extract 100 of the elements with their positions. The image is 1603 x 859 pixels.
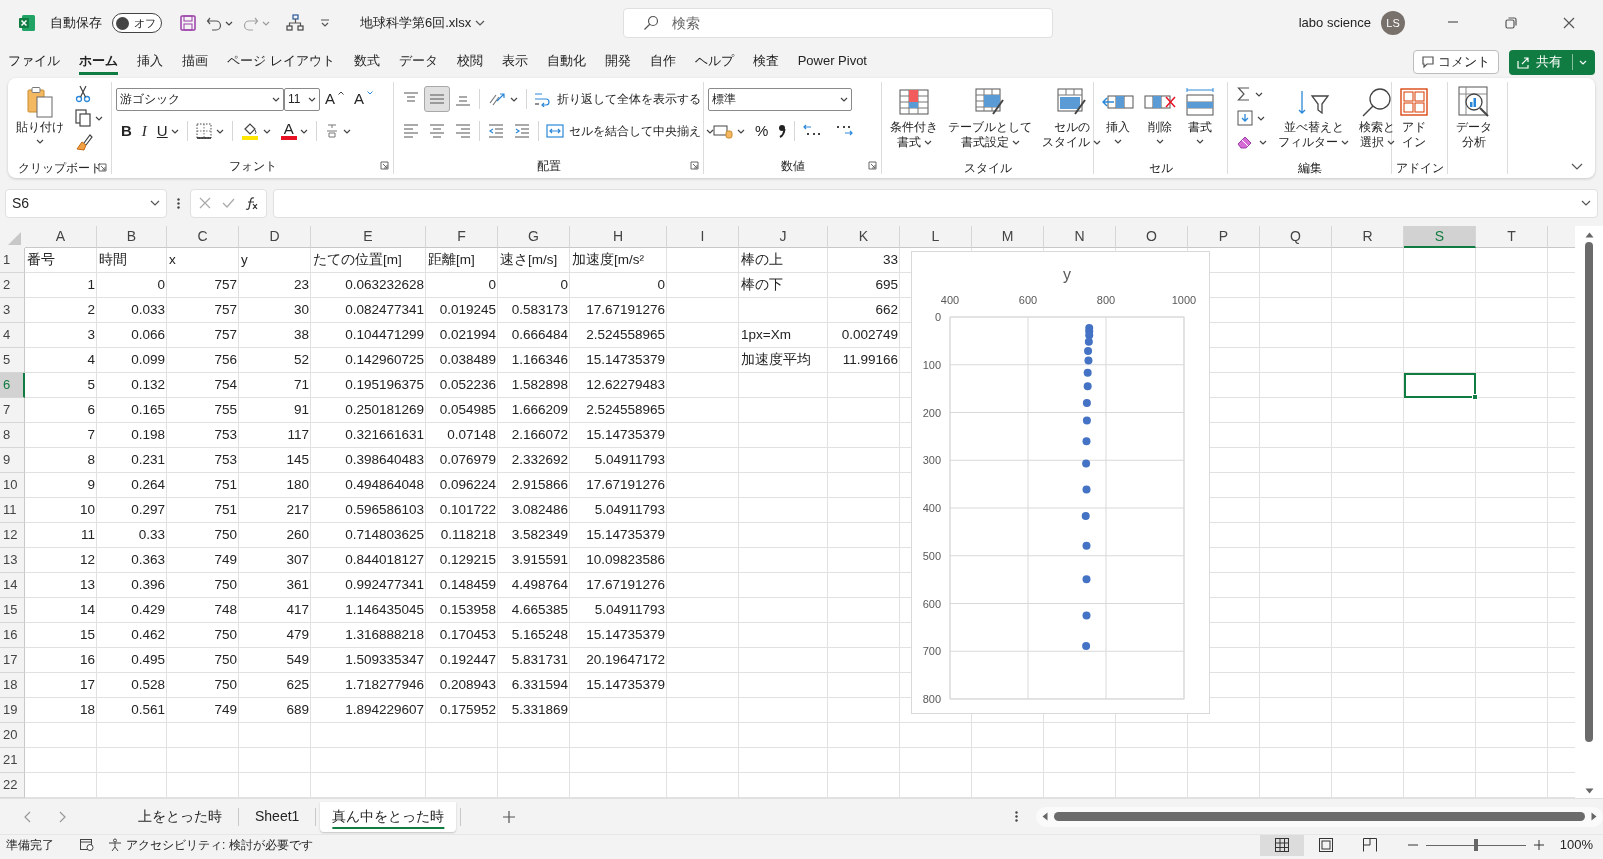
row-header[interactable]: 16	[0, 623, 25, 648]
data-analysis-button[interactable]: データ 分析	[1452, 82, 1496, 160]
menu-tab[interactable]: Power Pivot	[797, 49, 867, 75]
grow-font-button[interactable]: A	[320, 86, 349, 112]
column-header[interactable]: G	[498, 226, 570, 248]
row-header[interactable]: 6	[0, 373, 25, 398]
align-middle-button[interactable]	[424, 86, 450, 112]
row-header[interactable]: 20	[0, 723, 25, 748]
column-header[interactable]: M	[972, 226, 1044, 248]
hierarchy-button[interactable]	[286, 14, 304, 32]
accessibility-button[interactable]: アクセシビリティ: 検討が必要です	[108, 836, 313, 854]
delete-cells-button[interactable]: 削除	[1140, 82, 1180, 160]
sheet-tab[interactable]: 真ん中をとった時	[320, 801, 457, 832]
menu-tab[interactable]: 描画	[182, 49, 208, 75]
column-header[interactable]: F	[426, 226, 498, 248]
sheet-tab[interactable]: Sheet1	[243, 801, 312, 832]
share-button[interactable]: 共有	[1509, 49, 1595, 75]
row-header[interactable]: 14	[0, 573, 25, 598]
row-header[interactable]: 13	[0, 548, 25, 573]
formula-input[interactable]	[273, 188, 1598, 218]
row-header[interactable]: 19	[0, 698, 25, 723]
menu-tab[interactable]: 校閲	[456, 49, 483, 75]
menu-tab[interactable]: 開発	[604, 49, 631, 75]
menu-tab[interactable]: ヘルプ	[694, 49, 734, 75]
column-header[interactable]: N	[1044, 226, 1116, 248]
selected-cell[interactable]	[1404, 373, 1476, 398]
row-header[interactable]: 22	[0, 773, 25, 798]
scatter-chart[interactable]: y 400 600 800 1000 0 100 200 300 400 500 600 700 800	[911, 251, 1210, 714]
row-header[interactable]: 10	[0, 473, 25, 498]
wrap-text-button[interactable]: 折り返して全体を表示する	[530, 86, 705, 112]
enter-button[interactable]	[222, 196, 235, 210]
menu-tab[interactable]: 検査	[752, 49, 779, 75]
menu-tab[interactable]: 表示	[501, 49, 528, 75]
menu-tab[interactable]: 数式	[353, 49, 380, 75]
column-header[interactable]: D	[239, 226, 311, 248]
row-header[interactable]: 9	[0, 448, 25, 473]
column-header[interactable]: J	[739, 226, 828, 248]
row-header[interactable]: 21	[0, 748, 25, 773]
normal-view-button[interactable]	[1259, 834, 1304, 856]
file-name-button[interactable]: 地球科学第6回.xlsx	[360, 13, 486, 33]
column-header[interactable]: H	[570, 226, 667, 248]
menu-tab[interactable]: ホーム	[79, 49, 118, 75]
add-sheet-button[interactable]	[503, 810, 516, 823]
row-header[interactable]: 4	[0, 323, 25, 348]
macro-status-button[interactable]	[80, 839, 94, 851]
dialog-launcher-button[interactable]	[868, 161, 877, 170]
column-header[interactable]: T	[1476, 226, 1548, 248]
column-header[interactable]: C	[167, 226, 239, 248]
cancel-button[interactable]	[199, 196, 212, 210]
row-header[interactable]: 11	[0, 498, 25, 523]
previous-sheet-button[interactable]	[24, 810, 31, 823]
font-name-dropdown[interactable]: 游ゴシック	[116, 87, 284, 111]
column-header[interactable]: L	[900, 226, 972, 248]
row-header[interactable]: 15	[0, 598, 25, 623]
menu-tab[interactable]: 挿入	[137, 49, 163, 75]
row-header[interactable]: 17	[0, 648, 25, 673]
row-header[interactable]: 7	[0, 398, 25, 423]
shrink-font-button[interactable]: A	[349, 86, 379, 112]
column-header[interactable]: K	[828, 226, 900, 248]
vertical-scrollbar-thumb[interactable]	[1585, 242, 1593, 742]
comment-button[interactable]: コメント	[1413, 50, 1499, 74]
format-cells-button[interactable]: 書式	[1182, 82, 1218, 160]
column-header[interactable]: S	[1404, 226, 1476, 248]
menu-tab[interactable]: ファイル	[8, 49, 60, 75]
row-header[interactable]: 3	[0, 298, 25, 323]
zoom-slider[interactable]	[1425, 839, 1526, 851]
user-avatar[interactable]: LS	[1381, 11, 1405, 35]
dialog-launcher-button[interactable]	[690, 161, 699, 170]
dialog-launcher-button[interactable]	[380, 161, 389, 170]
row-header[interactable]: 12	[0, 523, 25, 548]
bold-button[interactable]: B	[116, 118, 137, 144]
menu-tab[interactable]: 自作	[649, 49, 676, 75]
search-field[interactable]: 検索	[623, 8, 1054, 38]
merge-center-button[interactable]: セルを結合して中央揃え	[542, 118, 718, 144]
percent-button[interactable]: %	[750, 118, 774, 144]
number-format-dropdown[interactable]: 標準	[708, 87, 852, 111]
column-header[interactable]: I	[667, 226, 739, 248]
row-header[interactable]: 8	[0, 423, 25, 448]
find-select-button[interactable]: 検索と 選択	[1355, 82, 1399, 160]
menu-tab[interactable]: 自動化	[546, 49, 586, 75]
format-as-table-button[interactable]: テーブルとして 書式設定	[944, 82, 1036, 160]
menu-tab[interactable]: データ	[398, 49, 438, 75]
font-size-dropdown[interactable]: 11	[284, 87, 320, 111]
row-header[interactable]: 5	[0, 348, 25, 373]
column-header[interactable]: O	[1116, 226, 1188, 248]
collapse-ribbon-button[interactable]	[1571, 163, 1583, 170]
column-header[interactable]: B	[97, 226, 167, 248]
next-sheet-button[interactable]	[59, 810, 66, 823]
name-box[interactable]: S6	[5, 188, 167, 218]
paste-button[interactable]: 貼り付け	[12, 82, 68, 160]
insert-function-button[interactable]	[245, 196, 258, 210]
sheet-tab[interactable]: 上をとった時	[126, 801, 234, 832]
underline-button[interactable]: U	[151, 118, 184, 144]
zoom-in-button[interactable]	[1533, 840, 1544, 850]
column-header[interactable]: A	[25, 226, 97, 248]
row-header[interactable]: 2	[0, 273, 25, 298]
row-header[interactable]: 1	[0, 248, 25, 273]
customize-toolbar-button[interactable]	[320, 19, 330, 27]
horizontal-scrollbar-thumb[interactable]	[1054, 812, 1585, 821]
column-header[interactable]: Q	[1260, 226, 1332, 248]
